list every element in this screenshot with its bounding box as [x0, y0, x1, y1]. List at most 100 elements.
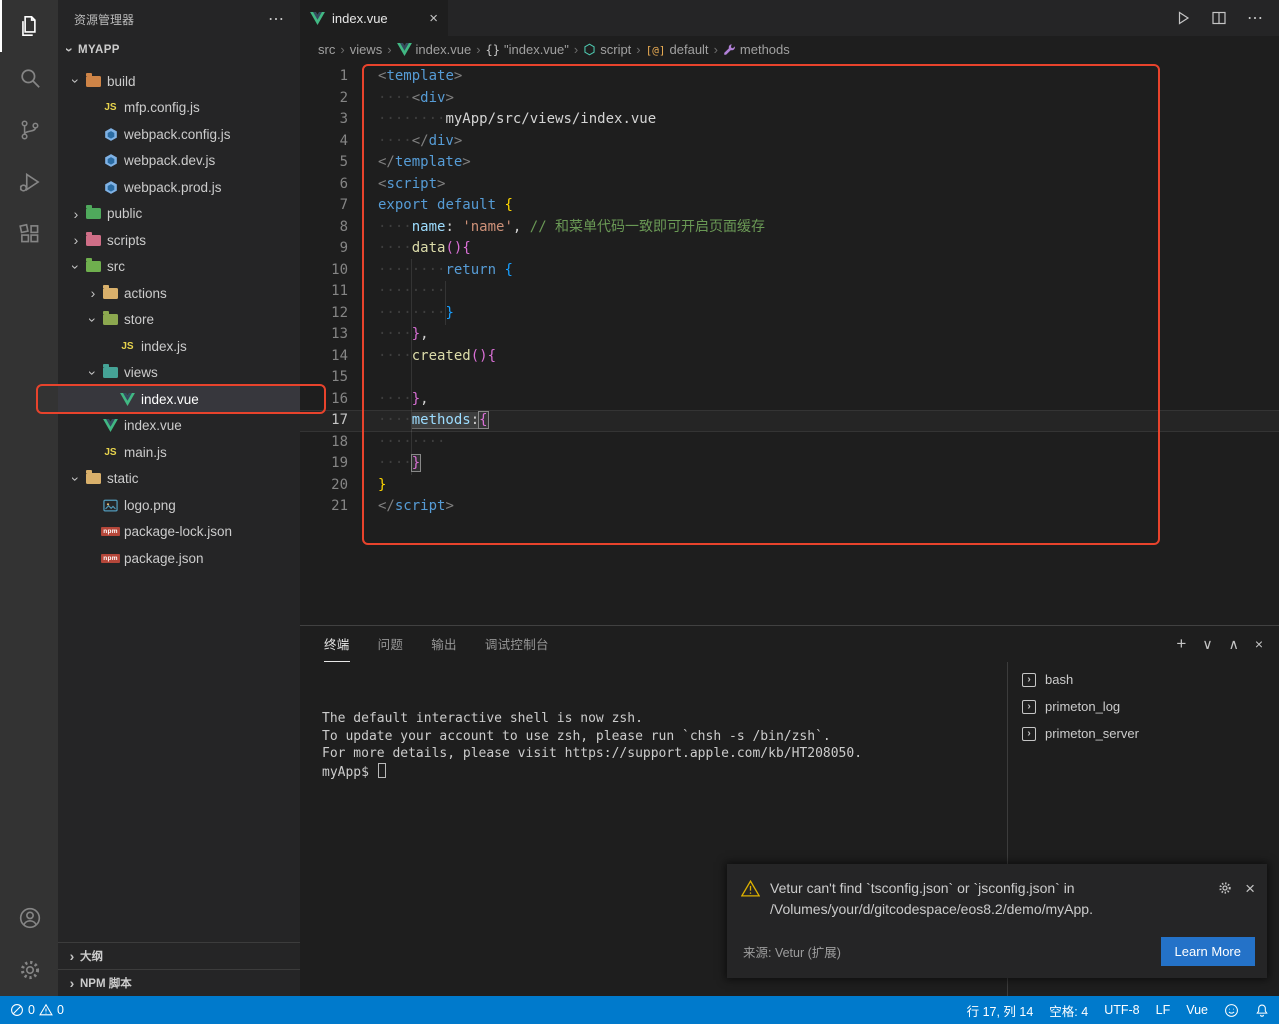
learn-more-button[interactable]: Learn More	[1161, 937, 1255, 966]
tree-item-index.vue[interactable]: index.vue	[58, 413, 300, 440]
tree-item-scripts[interactable]: ›scripts	[58, 227, 300, 254]
tree-item-public[interactable]: ›public	[58, 201, 300, 228]
code-line-14[interactable]: 14····created(){	[300, 346, 1279, 368]
notification-settings-icon[interactable]	[1217, 880, 1233, 896]
breadcrumb-item-index.vue[interactable]: {}"index.vue"	[486, 42, 569, 57]
more-actions-icon[interactable]: ⋯	[268, 9, 284, 29]
encoding[interactable]: UTF-8	[1104, 1003, 1139, 1017]
code-line-21[interactable]: 21</script>	[300, 496, 1279, 518]
cursor-position[interactable]: 行 17, 列 14	[967, 1001, 1034, 1020]
tree-item-index.vue[interactable]: index.vue	[58, 386, 300, 413]
code-line-10[interactable]: 10········return {	[300, 260, 1279, 282]
tree-item-label: store	[124, 312, 154, 327]
tree-item-build[interactable]: ›build	[58, 68, 300, 95]
code-line-13[interactable]: 13····},	[300, 324, 1279, 346]
npm-scripts-section[interactable]: › NPM 脚本	[58, 969, 300, 996]
breadcrumb-item-index.vue[interactable]: index.vue	[397, 42, 472, 57]
activity-run-debug-button[interactable]	[0, 156, 58, 208]
tree-item-static[interactable]: ›static	[58, 466, 300, 493]
tree-item-webpack.dev.js[interactable]: webpack.dev.js	[58, 148, 300, 175]
code-line-6[interactable]: 6<script>	[300, 174, 1279, 196]
close-icon[interactable]: ×	[429, 10, 438, 27]
folder-plain-icon	[84, 473, 103, 484]
chevron-right-icon[interactable]: ›	[68, 206, 84, 222]
code-line-7[interactable]: 7export default {	[300, 195, 1279, 217]
eol[interactable]: LF	[1156, 1003, 1171, 1017]
code-line-16[interactable]: 16····},	[300, 389, 1279, 411]
tree-item-mfp.config.js[interactable]: JSmfp.config.js	[58, 95, 300, 122]
chevron-right-icon[interactable]: ›	[85, 285, 101, 301]
search-icon	[17, 65, 43, 91]
tree-item-logo.png[interactable]: logo.png	[58, 492, 300, 519]
activity-settings-button[interactable]	[0, 944, 58, 996]
code-line-5[interactable]: 5</template>	[300, 152, 1279, 174]
js-icon: JS	[118, 341, 137, 352]
code-line-12[interactable]: 12········}	[300, 303, 1279, 325]
activity-account-button[interactable]	[0, 892, 58, 944]
panel-tab-问题[interactable]: 问题	[378, 626, 404, 662]
code-line-19[interactable]: 19····}	[300, 453, 1279, 475]
terminal-session-primeton_log[interactable]: ›primeton_log	[1008, 693, 1279, 720]
tree-item-store[interactable]: › store	[58, 307, 300, 334]
new-terminal-icon[interactable]: +	[1176, 634, 1186, 654]
code-line-1[interactable]: 1<template>	[300, 66, 1279, 88]
close-icon[interactable]: ×	[1255, 636, 1263, 652]
panel-tab-终端[interactable]: 终端	[324, 626, 350, 662]
code-line-4[interactable]: 4····</div>	[300, 131, 1279, 153]
language-mode[interactable]: Vue	[1186, 1003, 1208, 1017]
tree-item-webpack.prod.js[interactable]: webpack.prod.js	[58, 174, 300, 201]
split-editor-button[interactable]	[1211, 10, 1227, 26]
tree-item-webpack.config.js[interactable]: webpack.config.js	[58, 121, 300, 148]
more-button[interactable]: ⋯	[1247, 8, 1263, 28]
terminal-session-primeton_server[interactable]: ›primeton_server	[1008, 720, 1279, 747]
feedback-icon[interactable]	[1224, 1003, 1239, 1018]
problems-indicator[interactable]: 0 0	[10, 1003, 64, 1017]
chevron-down-icon[interactable]: ›	[68, 73, 84, 89]
code-line-17[interactable]: 17····methods:{	[300, 410, 1279, 432]
chevron-right-icon[interactable]: ›	[68, 232, 84, 248]
code-line-20[interactable]: 20}	[300, 475, 1279, 497]
chevron-right-icon: ›	[64, 948, 80, 964]
breadcrumb-item-views[interactable]: views	[350, 42, 383, 57]
panel-tab-输出[interactable]: 输出	[431, 626, 457, 662]
activity-explorer-button[interactable]	[0, 0, 58, 52]
dropdown-icon[interactable]: ∨	[1202, 636, 1212, 653]
chevron-down-icon[interactable]: ›	[85, 312, 101, 328]
activity-extensions-button[interactable]	[0, 208, 58, 260]
tree-item-index.js[interactable]: JSindex.js	[58, 333, 300, 360]
breadcrumb-item-script[interactable]: script	[583, 42, 631, 57]
tree-item-src[interactable]: ›src	[58, 254, 300, 281]
code-text: ········	[378, 432, 445, 454]
indentation[interactable]: 空格: 4	[1049, 1001, 1088, 1020]
breadcrumb-item-src[interactable]: src	[318, 42, 335, 57]
project-section-header[interactable]: › MYAPP	[58, 38, 300, 62]
tree-item-package-lock.json[interactable]: npmpackage-lock.json	[58, 519, 300, 546]
outline-section[interactable]: › 大纲	[58, 942, 300, 969]
code-line-15[interactable]: 15	[300, 367, 1279, 389]
code-editor[interactable]: 1<template>2····<div>3········myApp/src/…	[300, 62, 1279, 625]
breadcrumb-item-methods[interactable]: methods	[723, 42, 790, 57]
code-line-8[interactable]: 8····name: 'name', // 和菜单代码一致即可开启页面缓存	[300, 217, 1279, 239]
code-line-3[interactable]: 3········myApp/src/views/index.vue	[300, 109, 1279, 131]
tree-item-actions[interactable]: ›actions	[58, 280, 300, 307]
activity-source-control-button[interactable]	[0, 104, 58, 156]
terminal-session-bash[interactable]: ›bash	[1008, 666, 1279, 693]
tree-item-main.js[interactable]: JSmain.js	[58, 439, 300, 466]
activity-search-button[interactable]	[0, 52, 58, 104]
notification-close-icon[interactable]: ×	[1245, 880, 1255, 897]
code-line-9[interactable]: 9····data(){	[300, 238, 1279, 260]
chevron-down-icon[interactable]: ›	[68, 259, 84, 275]
chevron-down-icon[interactable]: ›	[68, 471, 84, 487]
code-line-11[interactable]: 11········	[300, 281, 1279, 303]
tree-item-package.json[interactable]: npmpackage.json	[58, 545, 300, 572]
tab-index-vue[interactable]: index.vue ×	[300, 0, 448, 36]
panel-tab-调试控制台[interactable]: 调试控制台	[485, 626, 549, 662]
chevron-down-icon[interactable]: ›	[85, 365, 101, 381]
breadcrumb-item-default[interactable]: [@]default	[646, 42, 709, 57]
tree-item-views[interactable]: ›views	[58, 360, 300, 387]
code-line-18[interactable]: 18········	[300, 432, 1279, 454]
maximize-icon[interactable]: ∧	[1229, 636, 1239, 653]
code-line-2[interactable]: 2····<div>	[300, 88, 1279, 110]
run-button[interactable]	[1175, 10, 1191, 26]
bell-icon[interactable]	[1255, 1003, 1269, 1018]
